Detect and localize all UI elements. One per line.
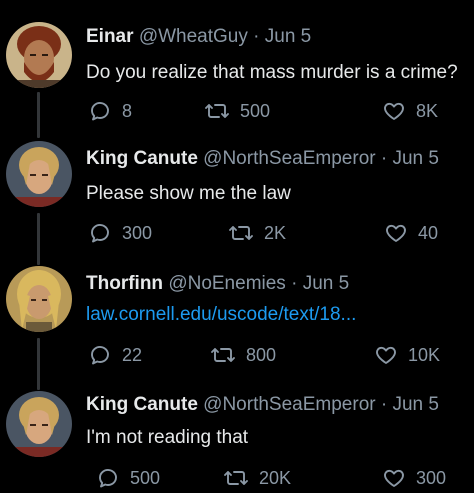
display-name[interactable]: Einar: [86, 26, 134, 47]
tweet-text: Please show me the law: [86, 183, 291, 204]
separator-dot: ·: [253, 26, 260, 47]
retweet-count: 500: [240, 101, 271, 121]
tweet-king-canute[interactable]: King Canute @NorthSeaEmperor · Jun 5 Ple…: [0, 135, 474, 265]
tweet-date[interactable]: Jun 5: [392, 148, 438, 169]
reply-icon: [91, 224, 109, 243]
heart-icon: [376, 346, 396, 364]
retweet-button[interactable]: 800: [210, 340, 276, 370]
user-handle[interactable]: @NoEnemies: [168, 273, 286, 294]
like-button[interactable]: 40: [384, 218, 438, 248]
display-name[interactable]: King Canute: [86, 148, 198, 169]
reply-icon: [99, 469, 117, 488]
retweet-icon: [229, 226, 253, 240]
tweet-actions: 8 500 8K: [0, 96, 474, 126]
avatar[interactable]: [6, 391, 72, 457]
retweet-count: 800: [246, 345, 277, 365]
user-handle[interactable]: @NorthSeaEmperor: [203, 148, 375, 169]
tweet-king-canute-reply[interactable]: King Canute @NorthSeaEmperor · Jun 5 I'm…: [0, 385, 474, 493]
retweet-count: 2K: [264, 223, 287, 243]
separator-dot: ·: [380, 148, 388, 169]
user-handle[interactable]: @WheatGuy: [139, 26, 248, 47]
heart-icon: [384, 469, 404, 487]
avatar[interactable]: [6, 141, 72, 207]
like-count: 8K: [416, 101, 439, 121]
tweet-thorfinn[interactable]: Thorfinn @NoEnemies · Jun 5 law.cornell.…: [0, 260, 474, 390]
tweet-header: King Canute @NorthSeaEmperor · Jun 5: [86, 394, 439, 416]
retweet-button[interactable]: 500: [204, 96, 270, 126]
separator-dot: ·: [380, 394, 388, 415]
avatar-einar-image: [6, 22, 72, 88]
like-count: 40: [418, 223, 439, 243]
like-button[interactable]: 8K: [382, 96, 438, 126]
tweet-text: Do you realize that mass murder is a cri…: [86, 62, 458, 83]
retweet-button[interactable]: 2K: [228, 218, 286, 248]
retweet-count: 20K: [259, 468, 292, 488]
reply-button[interactable]: 500: [96, 463, 160, 493]
like-button[interactable]: 10K: [374, 340, 440, 370]
retweet-button[interactable]: 20K: [223, 463, 291, 493]
reply-count: 300: [122, 223, 153, 243]
reply-icon: [91, 346, 109, 365]
like-count: 300: [416, 468, 447, 488]
avatar-canute-image: [6, 391, 72, 457]
reply-count: 8: [122, 101, 133, 121]
retweet-icon: [211, 348, 235, 362]
heart-icon: [384, 102, 404, 120]
separator-dot: ·: [291, 273, 298, 294]
tweet-actions: 300 2K 40: [0, 218, 474, 248]
tweet-header: Thorfinn @NoEnemies · Jun 5: [86, 273, 349, 295]
reply-icon: [91, 102, 109, 121]
reply-button[interactable]: 22: [88, 340, 142, 370]
tweet-einar[interactable]: Einar @WheatGuy · Jun 5 Do you realize t…: [0, 0, 474, 138]
tweet-link[interactable]: law.cornell.edu/uscode/text/18...: [86, 304, 356, 326]
avatar-thorfinn-image: [6, 266, 72, 332]
reply-count: 22: [122, 345, 143, 365]
tweet-header: Einar @WheatGuy · Jun 5: [86, 26, 311, 48]
tweet-header: King Canute @NorthSeaEmperor · Jun 5: [86, 148, 439, 170]
avatar[interactable]: [6, 22, 72, 88]
tweet-actions: 500 20K 300: [0, 463, 474, 493]
retweet-icon: [224, 471, 248, 485]
heart-icon: [386, 224, 406, 242]
tweet-date[interactable]: Jun 5: [265, 26, 311, 47]
tweet-date[interactable]: Jun 5: [392, 394, 438, 415]
like-count: 10K: [408, 345, 441, 365]
reply-button[interactable]: 8: [88, 96, 132, 126]
retweet-icon: [205, 104, 229, 118]
avatar[interactable]: [6, 266, 72, 332]
tweet-text: I'm not reading that: [86, 427, 249, 448]
display-name[interactable]: King Canute: [86, 394, 198, 415]
like-button[interactable]: 300: [382, 463, 446, 493]
tweet-date[interactable]: Jun 5: [303, 273, 349, 294]
user-handle[interactable]: @NorthSeaEmperor: [203, 394, 375, 415]
tweet-actions: 22 800 10K: [0, 340, 474, 370]
reply-button[interactable]: 300: [88, 218, 152, 248]
display-name[interactable]: Thorfinn: [86, 273, 163, 294]
avatar-canute-image: [6, 141, 72, 207]
reply-count: 500: [130, 468, 161, 488]
